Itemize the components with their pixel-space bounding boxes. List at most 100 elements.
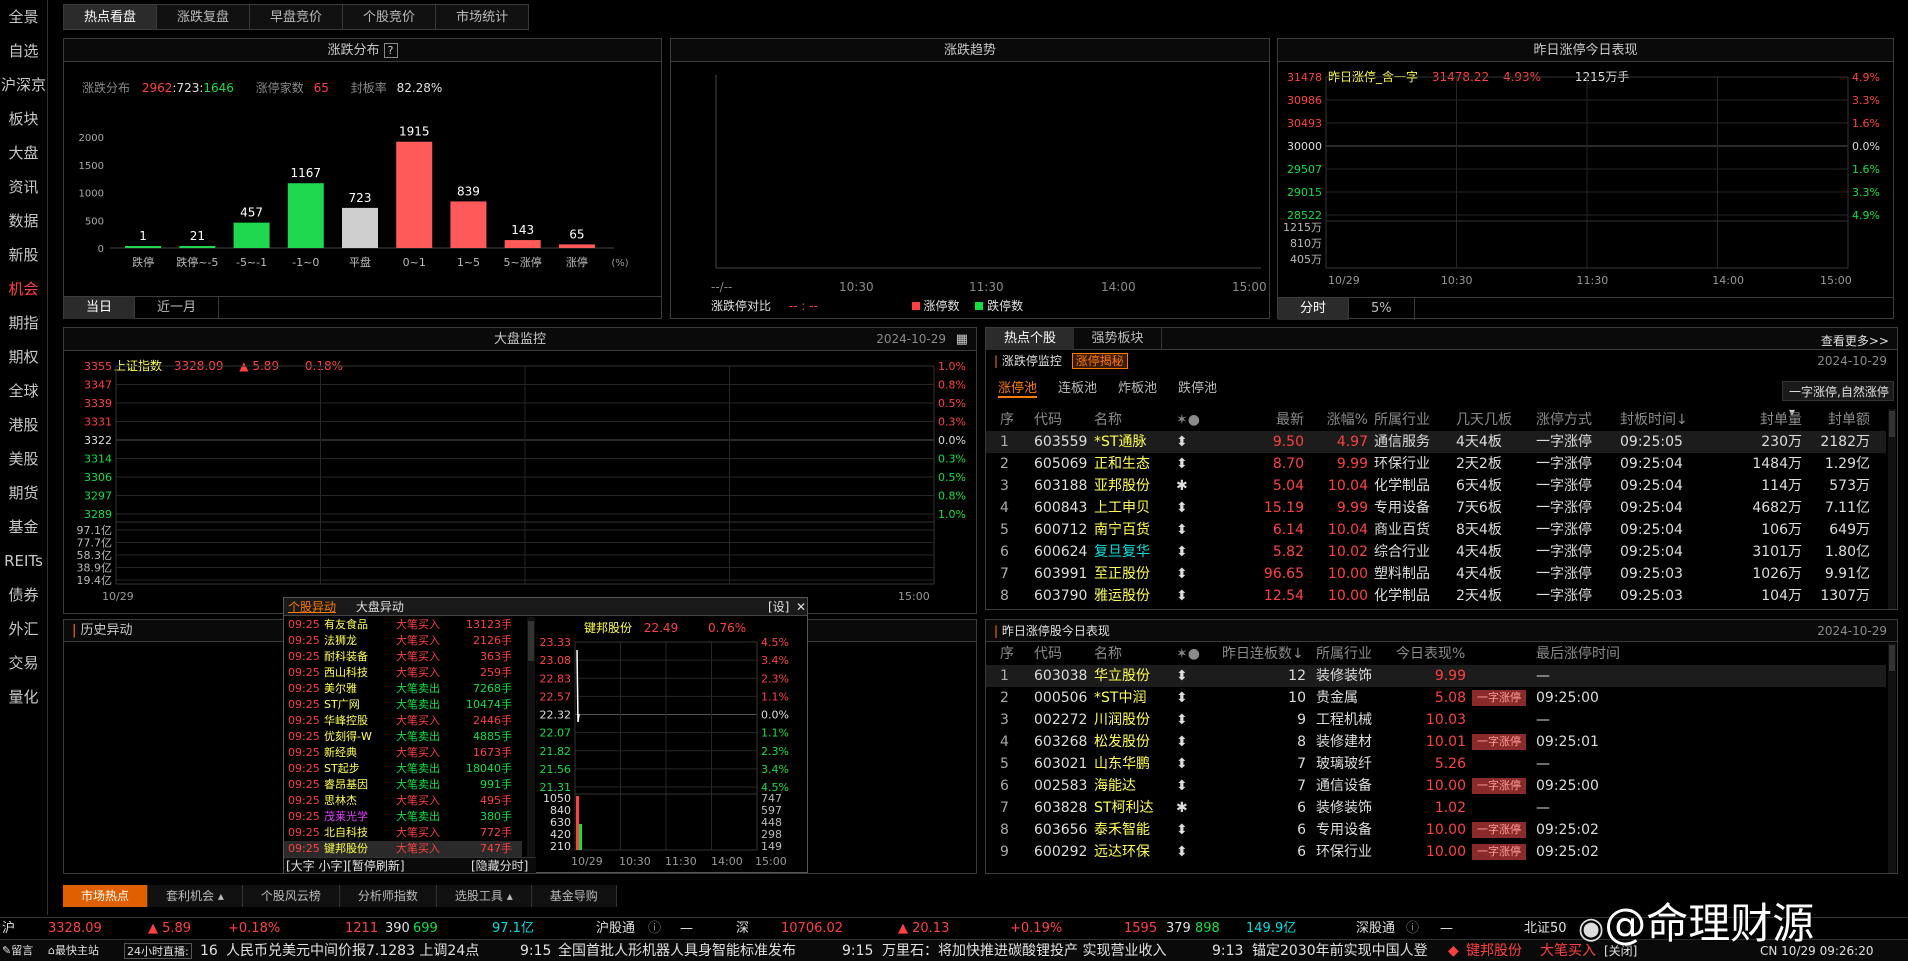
sidebar-item[interactable]: 全球 (0, 374, 47, 408)
bottom-tab[interactable]: 分析师指数 (339, 885, 437, 907)
abnormal-row[interactable]: 09:25 ST起步 大笔卖出 18040手 (284, 761, 522, 777)
top-tab[interactable]: 热点看盘 (63, 4, 158, 30)
sidebar-item[interactable]: 期指 (0, 306, 47, 340)
sidebar-item[interactable]: 板块 (0, 102, 47, 136)
abnormal-row[interactable]: 09:25 思林杰 大笔买入 495手 (284, 793, 522, 809)
table-row[interactable]: 8 603790 雅运股份 ⬍ 12.54 10.00 化学制品 2天4板 一字涨停 09:25:… (986, 585, 1886, 607)
help-icon[interactable]: ⓘ (1406, 918, 1419, 940)
column-header[interactable]: 序 (1000, 643, 1014, 665)
sidebar-item[interactable]: 期权 (0, 340, 47, 374)
column-header[interactable]: 所属行业 (1374, 409, 1430, 431)
column-header[interactable]: ✶● (1176, 643, 1200, 665)
table-row[interactable]: 1 603038 华立股份 ⬍ 12 装修装饰 9.99 — (986, 665, 1886, 687)
bottom-tab[interactable]: 基金导购 (531, 885, 617, 907)
alert-stock[interactable]: 键邦股份 (1466, 940, 1522, 961)
sidebar-item[interactable]: 外汇 (0, 612, 47, 646)
sidebar-item[interactable]: 债券 (0, 578, 47, 612)
table-row[interactable]: 4 600843 上工申贝 ⬍ 15.19 9.99 专用设备 7天6板 一字涨停 09:25:0… (986, 497, 1886, 519)
table-row[interactable]: 5 603021 山东华鹏 ⬍ 7 玻璃玻纤 5.26 — (986, 753, 1886, 775)
column-header[interactable]: 代码 (1034, 409, 1062, 431)
abnormal-row[interactable]: 09:25 华峰控股 大笔买入 2446手 (284, 713, 522, 729)
news-item[interactable]: 锚定2030年前实现中国人登 (1252, 940, 1428, 961)
sidebar-item[interactable]: 新股 (0, 238, 47, 272)
column-header[interactable]: 涨停方式 (1536, 409, 1592, 431)
sidebar-item[interactable]: 自选 (0, 34, 47, 68)
column-header[interactable]: 序 (1000, 409, 1014, 431)
abnormal-row[interactable]: 09:25 ST广网 大笔卖出 10474手 (284, 697, 522, 713)
news-item[interactable]: 全国首批人形机器人具身智能标准发布 (558, 940, 796, 961)
bottom-tab[interactable]: 套利机会 ▴ (148, 885, 243, 907)
limit-reveal-button[interactable]: 涨停揭秘 (1071, 353, 1128, 369)
live-label[interactable]: 24小时直播: (124, 943, 192, 959)
yesterday-tab[interactable]: 5% (1349, 298, 1415, 320)
sidebar-item[interactable]: 资讯 (0, 170, 47, 204)
abnormal-scrollbar[interactable] (527, 617, 535, 857)
sidebar-item[interactable]: 数据 (0, 204, 47, 238)
close-icon[interactable]: ✕ (796, 598, 806, 616)
tab-hot-stocks[interactable]: 热点个股 (986, 328, 1074, 350)
table-row[interactable]: 6 600624 复旦复华 ⬍ 5.82 10.02 综合行业 4天4板 一字涨停 09:25:0… (986, 541, 1886, 563)
bottom-tab[interactable]: 市场热点 (63, 885, 149, 907)
news-item[interactable]: 人民币兑美元中间价报7.1283 上调24点 (226, 940, 479, 961)
top-tab[interactable]: 个股竞价 (342, 4, 437, 30)
abnormal-row[interactable]: 09:25 有友食品 大笔买入 13123手 (284, 617, 522, 633)
sidebar-item[interactable]: 沪深京 (0, 68, 47, 102)
yesterday-tab[interactable]: 分时 (1278, 298, 1350, 320)
table-row[interactable]: 3 002272 川润股份 ⬍ 9 工程机械 10.03 — (986, 709, 1886, 731)
bottom-tab[interactable]: 选股工具 ▴ (436, 885, 532, 907)
abnormal-row[interactable]: 09:25 北自科技 大笔买入 772手 (284, 825, 522, 841)
calendar-icon[interactable]: ▦ (956, 328, 968, 351)
table-row[interactable]: 8 603656 泰禾智能 ⬍ 6 专用设备 10.00 一字涨停 09:25:02 (986, 819, 1886, 841)
column-header[interactable]: 封单额 (1810, 409, 1870, 431)
bottom-tab[interactable]: 个股风云榜 (242, 885, 340, 907)
table-row[interactable]: 7 603991 至正股份 ⬍ 96.65 10.00 塑料制品 4天4板 一字涨停 09:25:… (986, 563, 1886, 585)
tab-market-abnormal[interactable]: 大盘异动 (356, 600, 404, 614)
pool-tab[interactable]: 跌停池 (1178, 377, 1217, 396)
sidebar-item[interactable]: 基金 (0, 510, 47, 544)
sidebar-item[interactable]: 全景 (0, 0, 47, 34)
distribution-tab[interactable]: 近一月 (135, 297, 220, 319)
column-header[interactable]: 封板时间↓ (1620, 409, 1688, 431)
see-more-link[interactable]: 查看更多>> (1821, 332, 1889, 349)
abnormal-row[interactable]: 09:25 睿昂基因 大笔卖出 991手 (284, 777, 522, 793)
column-header[interactable]: ✶● (1176, 409, 1200, 431)
hide-timeshare-button[interactable]: [隐藏分时] (471, 858, 528, 874)
table-row[interactable]: 3 603188 亚邦股份 ✱ 5.04 10.04 化学制品 6天4板 一字涨停 09:25:0… (986, 475, 1886, 497)
pool-tab[interactable]: 炸板池 (1118, 377, 1157, 396)
abnormal-row[interactable]: 09:25 优刻得-W 大笔卖出 4885手 (284, 729, 522, 745)
table-row[interactable]: 2 605069 正和生态 ⬍ 8.70 9.99 环保行业 2天2板 一字涨停 09:25:04… (986, 453, 1886, 475)
column-header[interactable]: 涨幅% (1308, 409, 1368, 431)
sidebar-item[interactable]: 机会 (0, 272, 47, 306)
table-row[interactable]: 5 600712 南宁百货 ⬍ 6.14 10.04 商业百货 8天4板 一字涨停 09:25:0… (986, 519, 1886, 541)
column-header[interactable]: 所属行业 (1316, 643, 1372, 665)
sidebar-item[interactable]: 期货 (0, 476, 47, 510)
top-tab[interactable]: 市场统计 (435, 4, 530, 30)
abnormal-row[interactable]: 09:25 耐科装备 大笔买入 363手 (284, 649, 522, 665)
table-row[interactable]: 2 000506 *ST中润 ⬍ 10 贵金属 5.08 一字涨停 09:25:00 (986, 687, 1886, 709)
pool-tab[interactable]: 连板池 (1058, 377, 1097, 396)
abnormal-row[interactable]: 09:25 法狮龙 大笔买入 2126手 (284, 633, 522, 649)
top-tab[interactable]: 早盘竞价 (249, 4, 344, 30)
hot-table-scrollbar[interactable] (1888, 409, 1896, 609)
tab-stock-abnormal[interactable]: 个股异动 (288, 600, 336, 614)
distribution-tab[interactable]: 当日 (64, 297, 136, 319)
sidebar-item[interactable]: 大盘 (0, 136, 47, 170)
sidebar-item[interactable]: REITs (0, 544, 47, 578)
abnormal-row[interactable]: 09:25 茂莱光学 大笔卖出 380手 (284, 809, 522, 825)
table-row[interactable]: 1 603559 *ST通脉 ⬍ 9.50 4.97 通信服务 4天4板 一字涨停 09:25:0… (986, 431, 1886, 453)
table-row[interactable]: 9 600292 远达环保 ⬍ 6 环保行业 10.00 一字涨停 09:25:02 (986, 841, 1886, 863)
help-icon[interactable]: ⓘ (648, 918, 661, 940)
table-row[interactable]: 7 603828 ST柯利达 ✱ 6 装修装饰 1.02 — (986, 797, 1886, 819)
abnormal-row[interactable]: 09:25 美尔雅 大笔卖出 7268手 (284, 681, 522, 697)
sort-select[interactable]: 一字涨停,自然涨停 ▾ (1782, 381, 1894, 419)
scroll-thumb[interactable] (528, 621, 534, 661)
pool-tab[interactable]: 涨停池 (998, 377, 1038, 398)
message-icon[interactable]: ✎留言 (2, 940, 33, 961)
sidebar-item[interactable]: 港股 (0, 408, 47, 442)
table-row[interactable]: 6 002583 海能达 ⬍ 7 通信设备 10.00 一字涨停 09:25:00 (986, 775, 1886, 797)
news-item[interactable]: 万里石：将加快推进碳酸锂投产 实现营业收入 (882, 940, 1166, 961)
sidebar-item[interactable]: 交易 (0, 646, 47, 680)
yperf-scrollbar[interactable] (1888, 643, 1896, 873)
table-row[interactable]: 4 603268 松发股份 ⬍ 8 装修建材 10.01 一字涨停 09:25:01 (986, 731, 1886, 753)
column-header[interactable]: 封单量 (1742, 409, 1802, 431)
